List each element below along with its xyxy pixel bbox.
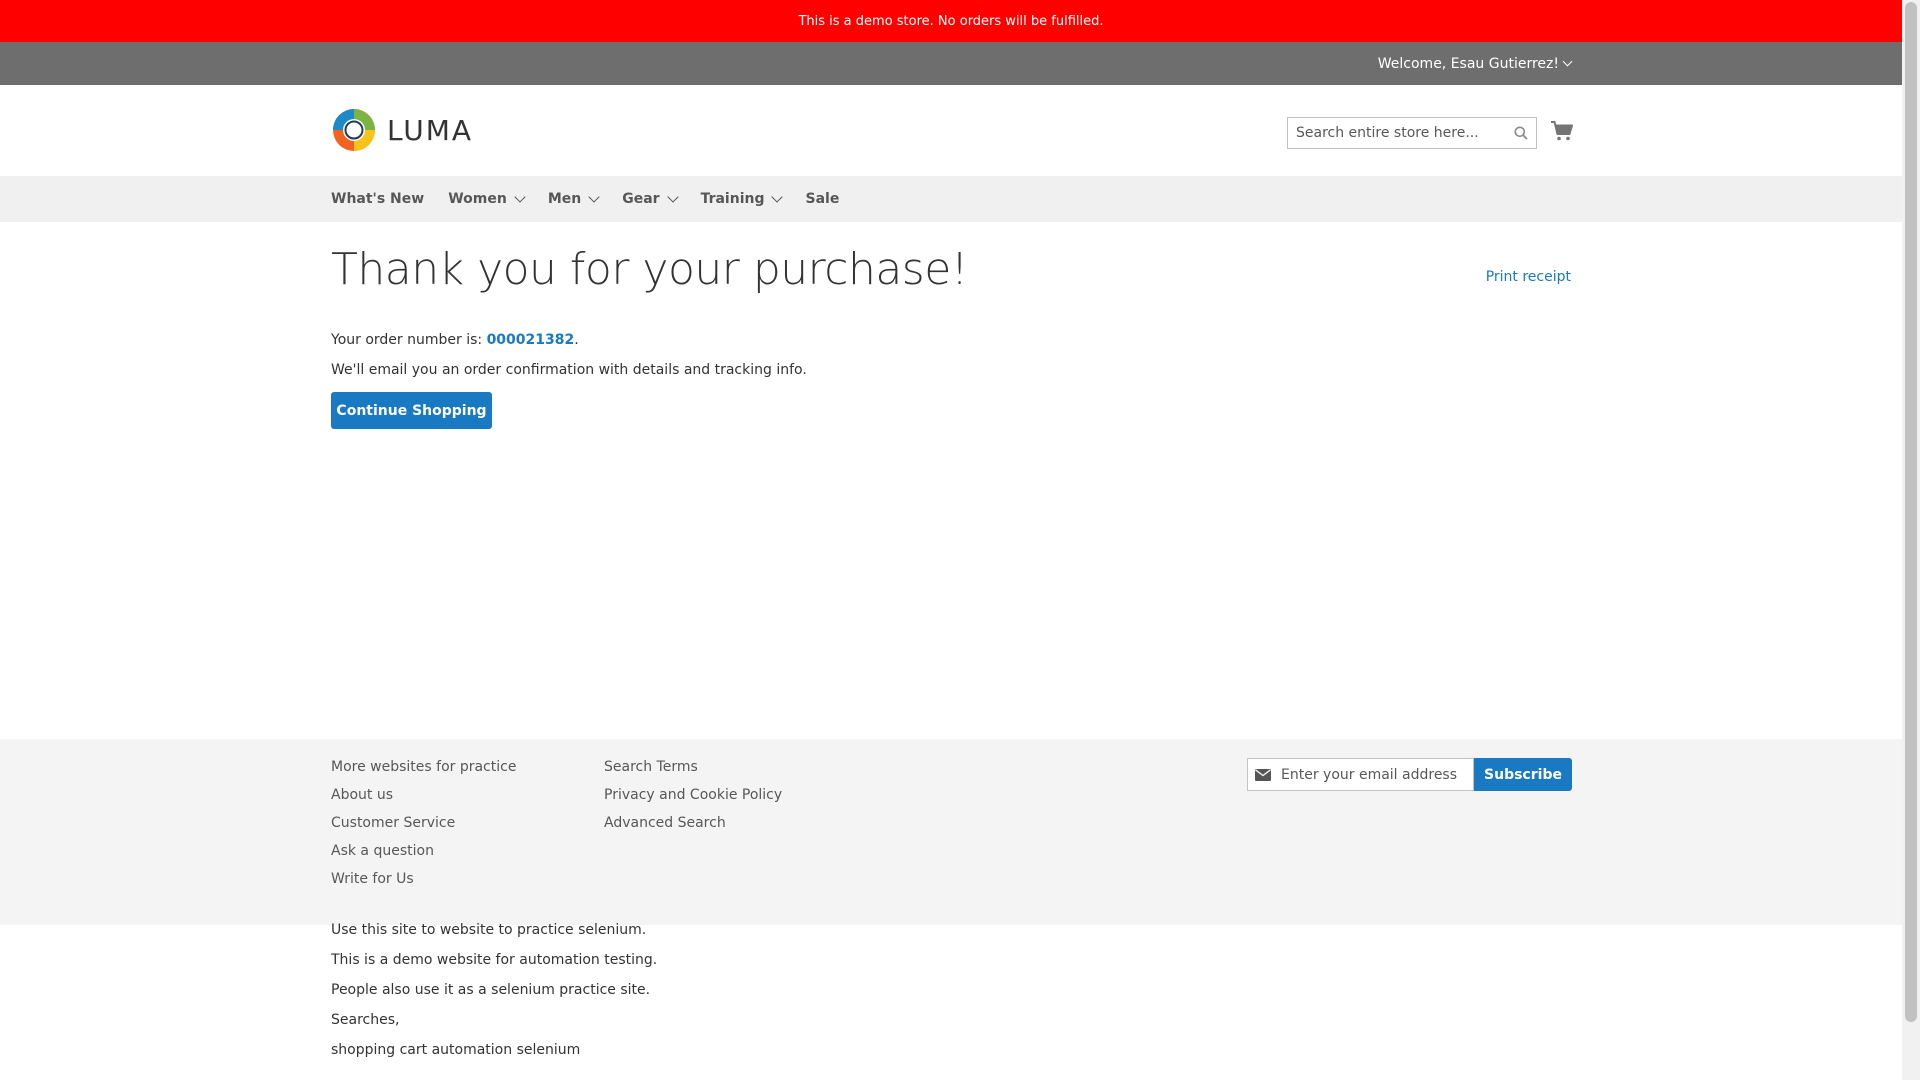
chevron-down-icon <box>1562 56 1573 67</box>
order-number-suffix: . <box>574 332 579 348</box>
nav-item-gear[interactable]: Gear <box>622 191 679 207</box>
chevron-down-icon <box>514 191 526 203</box>
bottom-text-block: Use this site to website to practice sel… <box>331 915 657 1065</box>
top-bar: Welcome, Esau Gutierrez! <box>0 42 1902 85</box>
nav-item-men[interactable]: Men <box>547 191 600 207</box>
order-number-prefix: Your order number is: <box>331 332 487 348</box>
envelope-icon <box>1255 768 1271 781</box>
footer: More websites for practice About us Cust… <box>0 739 1902 925</box>
nav-item-label: Gear <box>622 191 660 207</box>
footer-link[interactable]: More websites for practice <box>331 753 516 781</box>
bottom-text-line: shopping cart automation selenium <box>331 1042 581 1058</box>
footer-link[interactable]: Customer Service <box>331 809 516 837</box>
footer-link[interactable]: Ask a question <box>331 837 516 865</box>
newsletter-email-input[interactable] <box>1271 759 1473 790</box>
logo-text: LUMA <box>387 113 474 147</box>
vertical-scrollbar[interactable] <box>1902 0 1920 1080</box>
main-content: Thank you for your purchase! Print recei… <box>0 222 1902 739</box>
search-box <box>1287 117 1537 149</box>
continue-shopping-button[interactable]: Continue Shopping <box>331 392 492 429</box>
page: This is a demo store. No orders will be … <box>0 0 1902 1080</box>
welcome-text: Welcome, Esau Gutierrez! <box>1377 55 1559 72</box>
nav-item-women[interactable]: Women <box>448 191 526 207</box>
demo-notice-text: This is a demo store. No orders will be … <box>798 13 1104 29</box>
nav-item-sale[interactable]: Sale <box>805 191 839 207</box>
bottom-text-line: Searches, <box>331 1012 400 1028</box>
nav-item-label: Women <box>448 191 507 207</box>
header: LUMA <box>0 85 1902 176</box>
footer-links-col-1: More websites for practice About us Cust… <box>331 753 516 893</box>
main-nav: What's New Women Men Gear Training Sale <box>0 176 1902 222</box>
footer-link[interactable]: Write for Us <box>331 865 516 893</box>
nav-item-whats-new[interactable]: What's New <box>331 191 424 207</box>
order-number-link[interactable]: 000021382 <box>487 332 575 348</box>
nav-item-label: Men <box>547 191 582 207</box>
demo-notice: This is a demo store. No orders will be … <box>0 0 1902 42</box>
print-receipt-link[interactable]: Print receipt <box>1486 269 1571 285</box>
footer-link[interactable]: About us <box>331 781 516 809</box>
newsletter-field <box>1247 758 1474 791</box>
footer-link[interactable]: Search Terms <box>604 753 782 781</box>
footer-link[interactable]: Advanced Search <box>604 809 782 837</box>
cart-icon[interactable] <box>1550 119 1574 143</box>
nav-item-label: Sale <box>805 191 840 207</box>
newsletter-form: Subscribe <box>1247 758 1572 791</box>
chevron-down-icon <box>588 191 600 203</box>
nav-item-label: Training <box>700 191 765 207</box>
page-title: Thank you for your purchase! <box>331 244 968 295</box>
nav-item-training[interactable]: Training <box>700 191 784 207</box>
nav-item-label: What's New <box>331 191 425 207</box>
welcome-menu[interactable]: Welcome, Esau Gutierrez! <box>1377 55 1573 72</box>
luma-logo-icon <box>333 109 375 151</box>
logo[interactable]: LUMA <box>331 107 473 153</box>
order-number-line: Your order number is: 000021382. <box>331 332 579 348</box>
subscribe-button[interactable]: Subscribe <box>1474 758 1572 791</box>
email-confirmation-text: We'll email you an order confirmation wi… <box>331 362 807 378</box>
search-icon[interactable] <box>1506 118 1536 148</box>
chevron-down-icon <box>771 191 784 203</box>
bottom-text-line: People also use it as a selenium practic… <box>331 982 651 998</box>
chevron-down-icon <box>666 191 679 203</box>
bottom-text-line: This is a demo website for automation te… <box>331 952 658 968</box>
scrollbar-thumb[interactable] <box>1905 2 1917 1022</box>
search-input[interactable] <box>1288 118 1506 148</box>
footer-link[interactable]: Privacy and Cookie Policy <box>604 781 782 809</box>
footer-links-col-2: Search Terms Privacy and Cookie Policy A… <box>604 753 782 837</box>
bottom-text-line: Use this site to website to practice sel… <box>331 922 647 938</box>
